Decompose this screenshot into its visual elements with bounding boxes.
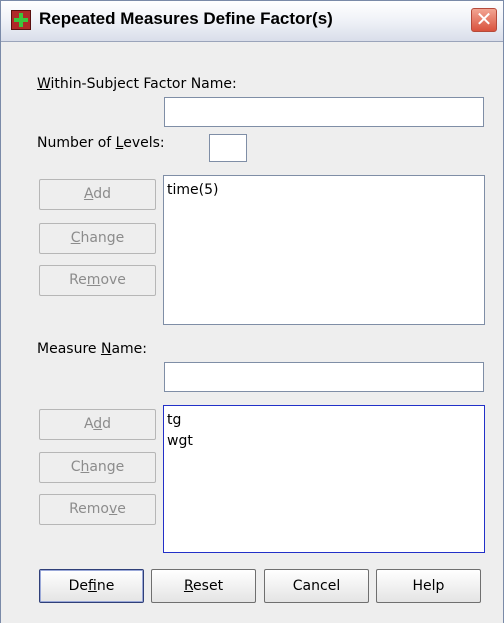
number-of-levels-label: Number of Levels: bbox=[37, 135, 165, 151]
measure-change-button[interactable]: Change bbox=[39, 452, 156, 483]
measure-list[interactable]: tg wgt bbox=[163, 405, 485, 553]
measure-name-label: Measure Name: bbox=[37, 341, 147, 357]
within-subject-factor-label: Within-Subject Factor Name: bbox=[37, 76, 237, 92]
reset-button[interactable]: Reset bbox=[151, 569, 256, 603]
define-button[interactable]: Define bbox=[39, 569, 144, 603]
close-icon: ✕ bbox=[475, 7, 493, 31]
help-button[interactable]: Help bbox=[376, 569, 481, 603]
factor-list[interactable]: time(5) bbox=[163, 175, 485, 325]
repeated-measures-dialog: Repeated Measures Define Factor(s) ✕ Wit… bbox=[0, 0, 504, 623]
measure-add-button[interactable]: Add bbox=[39, 409, 156, 440]
within-subject-factor-input[interactable] bbox=[164, 97, 484, 127]
list-item[interactable]: tg bbox=[167, 410, 481, 431]
factor-add-button[interactable]: Add bbox=[39, 179, 156, 210]
title-bar[interactable]: Repeated Measures Define Factor(s) ✕ bbox=[1, 1, 503, 42]
dialog-title: Repeated Measures Define Factor(s) bbox=[39, 9, 333, 28]
spss-app-icon bbox=[11, 10, 31, 30]
factor-change-button[interactable]: Change bbox=[39, 223, 156, 254]
close-button[interactable]: ✕ bbox=[471, 8, 497, 32]
factor-remove-button[interactable]: Remove bbox=[39, 265, 156, 296]
measure-remove-button[interactable]: Remove bbox=[39, 494, 156, 525]
list-item[interactable]: wgt bbox=[167, 431, 481, 452]
number-of-levels-input[interactable] bbox=[209, 134, 247, 162]
measure-name-input[interactable] bbox=[164, 362, 484, 392]
list-item[interactable]: time(5) bbox=[167, 180, 481, 201]
cancel-button[interactable]: Cancel bbox=[264, 569, 369, 603]
